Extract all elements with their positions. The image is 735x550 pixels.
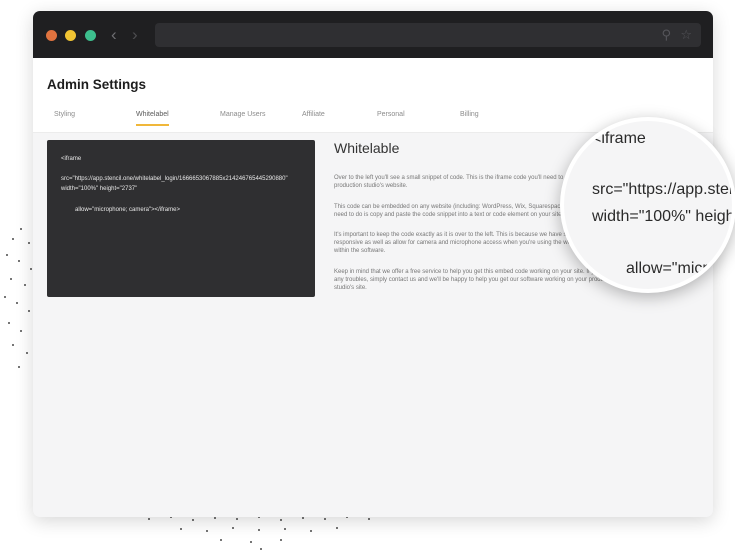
- code-line-allow: allow="microphone; camera"></iframe>: [75, 207, 180, 213]
- tab-manage-users[interactable]: Manage Users: [220, 111, 266, 124]
- settings-header: Admin Settings Styling Whitelabel Manage…: [33, 58, 713, 133]
- embed-code-box[interactable]: <iframe src="https://app.stencil.one/whi…: [47, 140, 315, 297]
- tab-affiliate[interactable]: Affiliate: [302, 111, 325, 124]
- zoom-line-open: <iframe: [592, 130, 646, 147]
- whitelabel-title: Whitelable: [334, 140, 400, 156]
- tab-styling[interactable]: Styling: [54, 111, 75, 124]
- close-window-button[interactable]: [46, 30, 57, 41]
- browser-titlebar: ‹ › ⚲ ☆: [33, 11, 713, 58]
- zoom-line-allow: allow="microphone; camera"></iframe>: [626, 260, 735, 277]
- code-line-size: width="100%" height="2737": [61, 186, 138, 192]
- tab-personal[interactable]: Personal: [377, 111, 405, 124]
- minimize-window-button[interactable]: [65, 30, 76, 41]
- chevron-left-icon[interactable]: ‹: [111, 25, 117, 45]
- tab-billing[interactable]: Billing: [460, 111, 479, 124]
- star-icon[interactable]: ☆: [680, 26, 692, 44]
- code-line-open: <iframe: [61, 156, 82, 162]
- tab-whitelabel[interactable]: Whitelabel: [136, 111, 169, 126]
- address-bar[interactable]: ⚲ ☆: [155, 23, 701, 47]
- page-title: Admin Settings: [47, 77, 147, 92]
- zoom-line-size: width="100%" height="2737": [592, 208, 735, 225]
- search-icon[interactable]: ⚲: [661, 26, 671, 44]
- decorative-dots-bottom: [140, 512, 400, 550]
- maximize-window-button[interactable]: [85, 30, 96, 41]
- instruction-paragraph-4: Keep in mind that we offer a free servic…: [334, 269, 617, 291]
- zoom-line-src: src="https://app.stencil.one: [592, 181, 735, 198]
- zoom-magnifier: <iframe src="https://app.stencil.one wid…: [560, 117, 735, 293]
- chevron-right-icon[interactable]: ›: [132, 25, 138, 45]
- code-line-src: src="https://app.stencil.one/whitelabel_…: [61, 176, 288, 182]
